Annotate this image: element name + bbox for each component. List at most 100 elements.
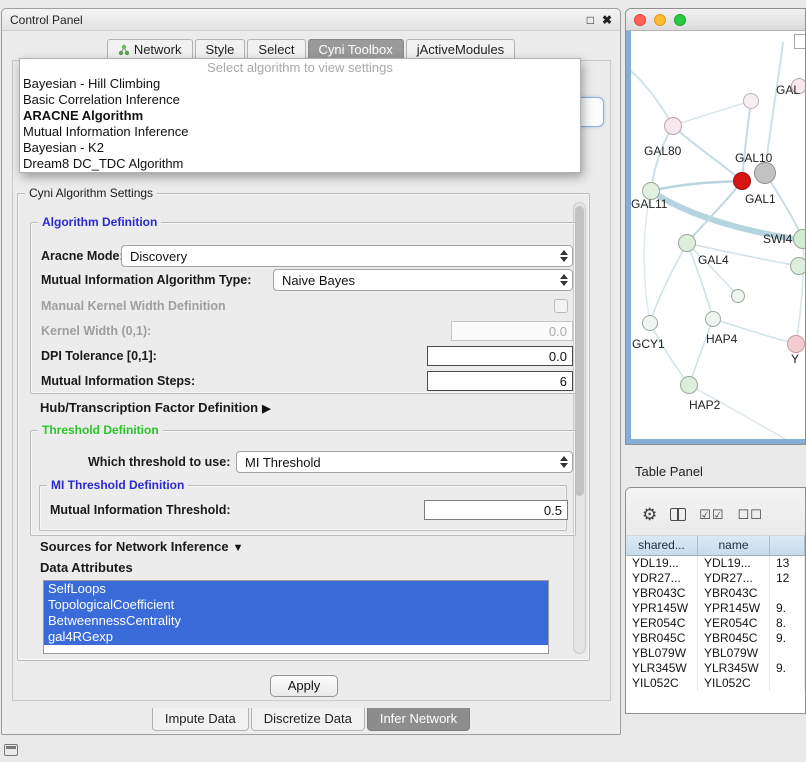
canvas-corner-widget[interactable] <box>794 34 805 49</box>
dropdown-item-selected[interactable]: ARACNE Algorithm <box>20 108 580 124</box>
node-label: GCY1 <box>632 337 665 351</box>
cell: YDR27... <box>698 571 770 586</box>
mi-steps-input[interactable] <box>427 371 573 391</box>
tab-style[interactable]: Style <box>195 39 246 60</box>
cell: 12 <box>770 571 805 586</box>
threshold-definition-title: Threshold Definition <box>38 423 163 437</box>
manual-kernel-checkbox <box>554 299 568 313</box>
apply-button[interactable]: Apply <box>270 675 338 697</box>
cell: YPR145W <box>698 601 770 616</box>
minimize-traffic-light[interactable] <box>654 14 666 26</box>
table-row[interactable]: YIL052C YIL052C <box>626 676 805 691</box>
column-header-extra[interactable] <box>770 536 805 555</box>
combo-arrows-icon <box>560 250 568 262</box>
columns-icon[interactable] <box>670 508 686 521</box>
table-row[interactable]: YBR043C YBR043C <box>626 586 805 601</box>
cell: YER054C <box>626 616 698 631</box>
algorithm-dropdown-popup: Select algorithm to view settings Bayesi… <box>19 58 581 173</box>
mi-threshold-input[interactable] <box>424 500 568 520</box>
mi-steps-label: Mutual Information Steps: <box>41 370 195 392</box>
tab-infer-network[interactable]: Infer Network <box>367 708 470 731</box>
dropdown-item[interactable]: Mutual Information Inference <box>20 124 580 140</box>
list-item[interactable]: gal4RGexp <box>44 629 548 645</box>
aracne-mode-label: Aracne Mode: <box>41 245 124 267</box>
deselect-all-icon[interactable]: ☐☐ <box>738 508 763 522</box>
network-node[interactable] <box>705 311 721 327</box>
table-row[interactable]: YER054C YER054C 8. <box>626 616 805 631</box>
mi-threshold-definition-group: MI Threshold Definition Mutual Informati… <box>39 485 567 531</box>
cell: YIL052C <box>698 676 770 691</box>
combo-arrows-icon <box>560 274 568 286</box>
network-node[interactable] <box>790 257 805 275</box>
list-item[interactable]: SelfLoops <box>44 581 548 597</box>
control-panel-titlebar[interactable]: Control Panel □ ✖ <box>2 9 620 31</box>
desktop: Control Panel □ ✖ Network Style Select C… <box>0 0 806 762</box>
control-panel-tabs: Network Style Select Cyni Toolbox jActiv… <box>2 39 620 60</box>
network-view-window: GAL GAL80 GAL10 GAL11 GAL1 SWI4 GAL4 GCY… <box>625 8 806 445</box>
cell: YDL19... <box>626 556 698 571</box>
table-body: YDL19... YDL19... 13 YDR27... YDR27... 1… <box>626 556 805 691</box>
cell: YBR043C <box>626 586 698 601</box>
tab-jactivemodules[interactable]: jActiveModules <box>406 39 515 60</box>
tab-cyni-toolbox[interactable]: Cyni Toolbox <box>308 39 404 60</box>
network-icon <box>118 44 130 56</box>
settings-scrollbar-thumb[interactable] <box>575 206 584 496</box>
tab-style-label: Style <box>206 42 235 57</box>
dpi-tolerance-label: DPI Tolerance [0,1]: <box>41 345 157 367</box>
tab-network[interactable]: Network <box>107 39 193 60</box>
close-traffic-light[interactable] <box>634 14 646 26</box>
network-node[interactable] <box>664 117 682 135</box>
cell: YDR27... <box>626 571 698 586</box>
mi-type-select[interactable]: Naive Bayes <box>273 269 573 291</box>
network-node[interactable] <box>642 315 658 331</box>
tab-discretize-data[interactable]: Discretize Data <box>251 708 365 731</box>
kernel-width-input <box>451 321 573 341</box>
network-node[interactable] <box>678 234 696 252</box>
tab-select[interactable]: Select <box>247 39 305 60</box>
network-node[interactable] <box>680 376 698 394</box>
zoom-traffic-light[interactable] <box>674 14 686 26</box>
node-label: HAP4 <box>706 332 737 346</box>
dpi-tolerance-input[interactable] <box>427 346 573 366</box>
cell: YBR043C <box>698 586 770 601</box>
network-canvas[interactable]: GAL GAL80 GAL10 GAL11 GAL1 SWI4 GAL4 GCY… <box>626 31 805 444</box>
table-row[interactable]: YBR045C YBR045C 9. <box>626 631 805 646</box>
sources-section-toggle[interactable]: Sources for Network Inference▼ <box>40 536 243 559</box>
dropdown-item[interactable]: Bayesian - Hill Climbing <box>20 76 580 92</box>
table-row[interactable]: YDL19... YDL19... 13 <box>626 556 805 571</box>
gear-icon[interactable]: ⚙ <box>642 506 657 523</box>
column-header-name[interactable]: name <box>698 536 770 555</box>
dropdown-placeholder: Select algorithm to view settings <box>20 60 580 76</box>
float-window-icon[interactable]: □ <box>587 13 594 27</box>
dropdown-item[interactable]: Bayesian - K2 <box>20 140 580 156</box>
which-threshold-select[interactable]: MI Threshold <box>236 451 573 473</box>
list-item[interactable]: TopologicalCoefficient <box>44 597 548 613</box>
collapsed-arrow-icon: ▶ <box>262 403 270 415</box>
panel-dock-icon[interactable] <box>4 744 18 756</box>
network-window-titlebar[interactable] <box>626 9 805 31</box>
network-node-pink[interactable] <box>787 335 805 353</box>
list-item[interactable]: BetweennessCentrality <box>44 613 548 629</box>
column-header-shared-name[interactable]: shared... <box>626 536 698 555</box>
hub-section-toggle[interactable]: Hub/Transcription Factor Definition▶ <box>40 397 271 420</box>
close-window-icon[interactable]: ✖ <box>602 13 612 27</box>
aracne-mode-select[interactable]: Discovery <box>121 245 573 267</box>
select-all-icon[interactable]: ☑☑ <box>699 508 724 522</box>
network-node-highlighted-red[interactable] <box>733 172 751 190</box>
network-node[interactable] <box>731 289 745 303</box>
table-row[interactable]: YBL079W YBL079W <box>626 646 805 661</box>
table-row[interactable]: YLR345W YLR345W 9. <box>626 661 805 676</box>
tab-impute-data[interactable]: Impute Data <box>152 708 249 731</box>
network-node[interactable] <box>743 93 759 109</box>
dropdown-item[interactable]: Basic Correlation Inference <box>20 92 580 108</box>
network-node-gray[interactable] <box>754 162 776 184</box>
tab-cyni-toolbox-label: Cyni Toolbox <box>319 42 393 57</box>
cell: YLR345W <box>626 661 698 676</box>
table-row[interactable]: YPR145W YPR145W 9. <box>626 601 805 616</box>
tab-jactivemodules-label: jActiveModules <box>417 42 504 57</box>
data-attributes-list[interactable]: SelfLoops TopologicalCoefficient Between… <box>43 580 549 654</box>
table-row[interactable]: YDR27... YDR27... 12 <box>626 571 805 586</box>
combo-arrows-icon <box>560 456 568 468</box>
dropdown-item[interactable]: Dream8 DC_TDC Algorithm <box>20 156 580 172</box>
node-label: GAL10 <box>735 151 772 165</box>
